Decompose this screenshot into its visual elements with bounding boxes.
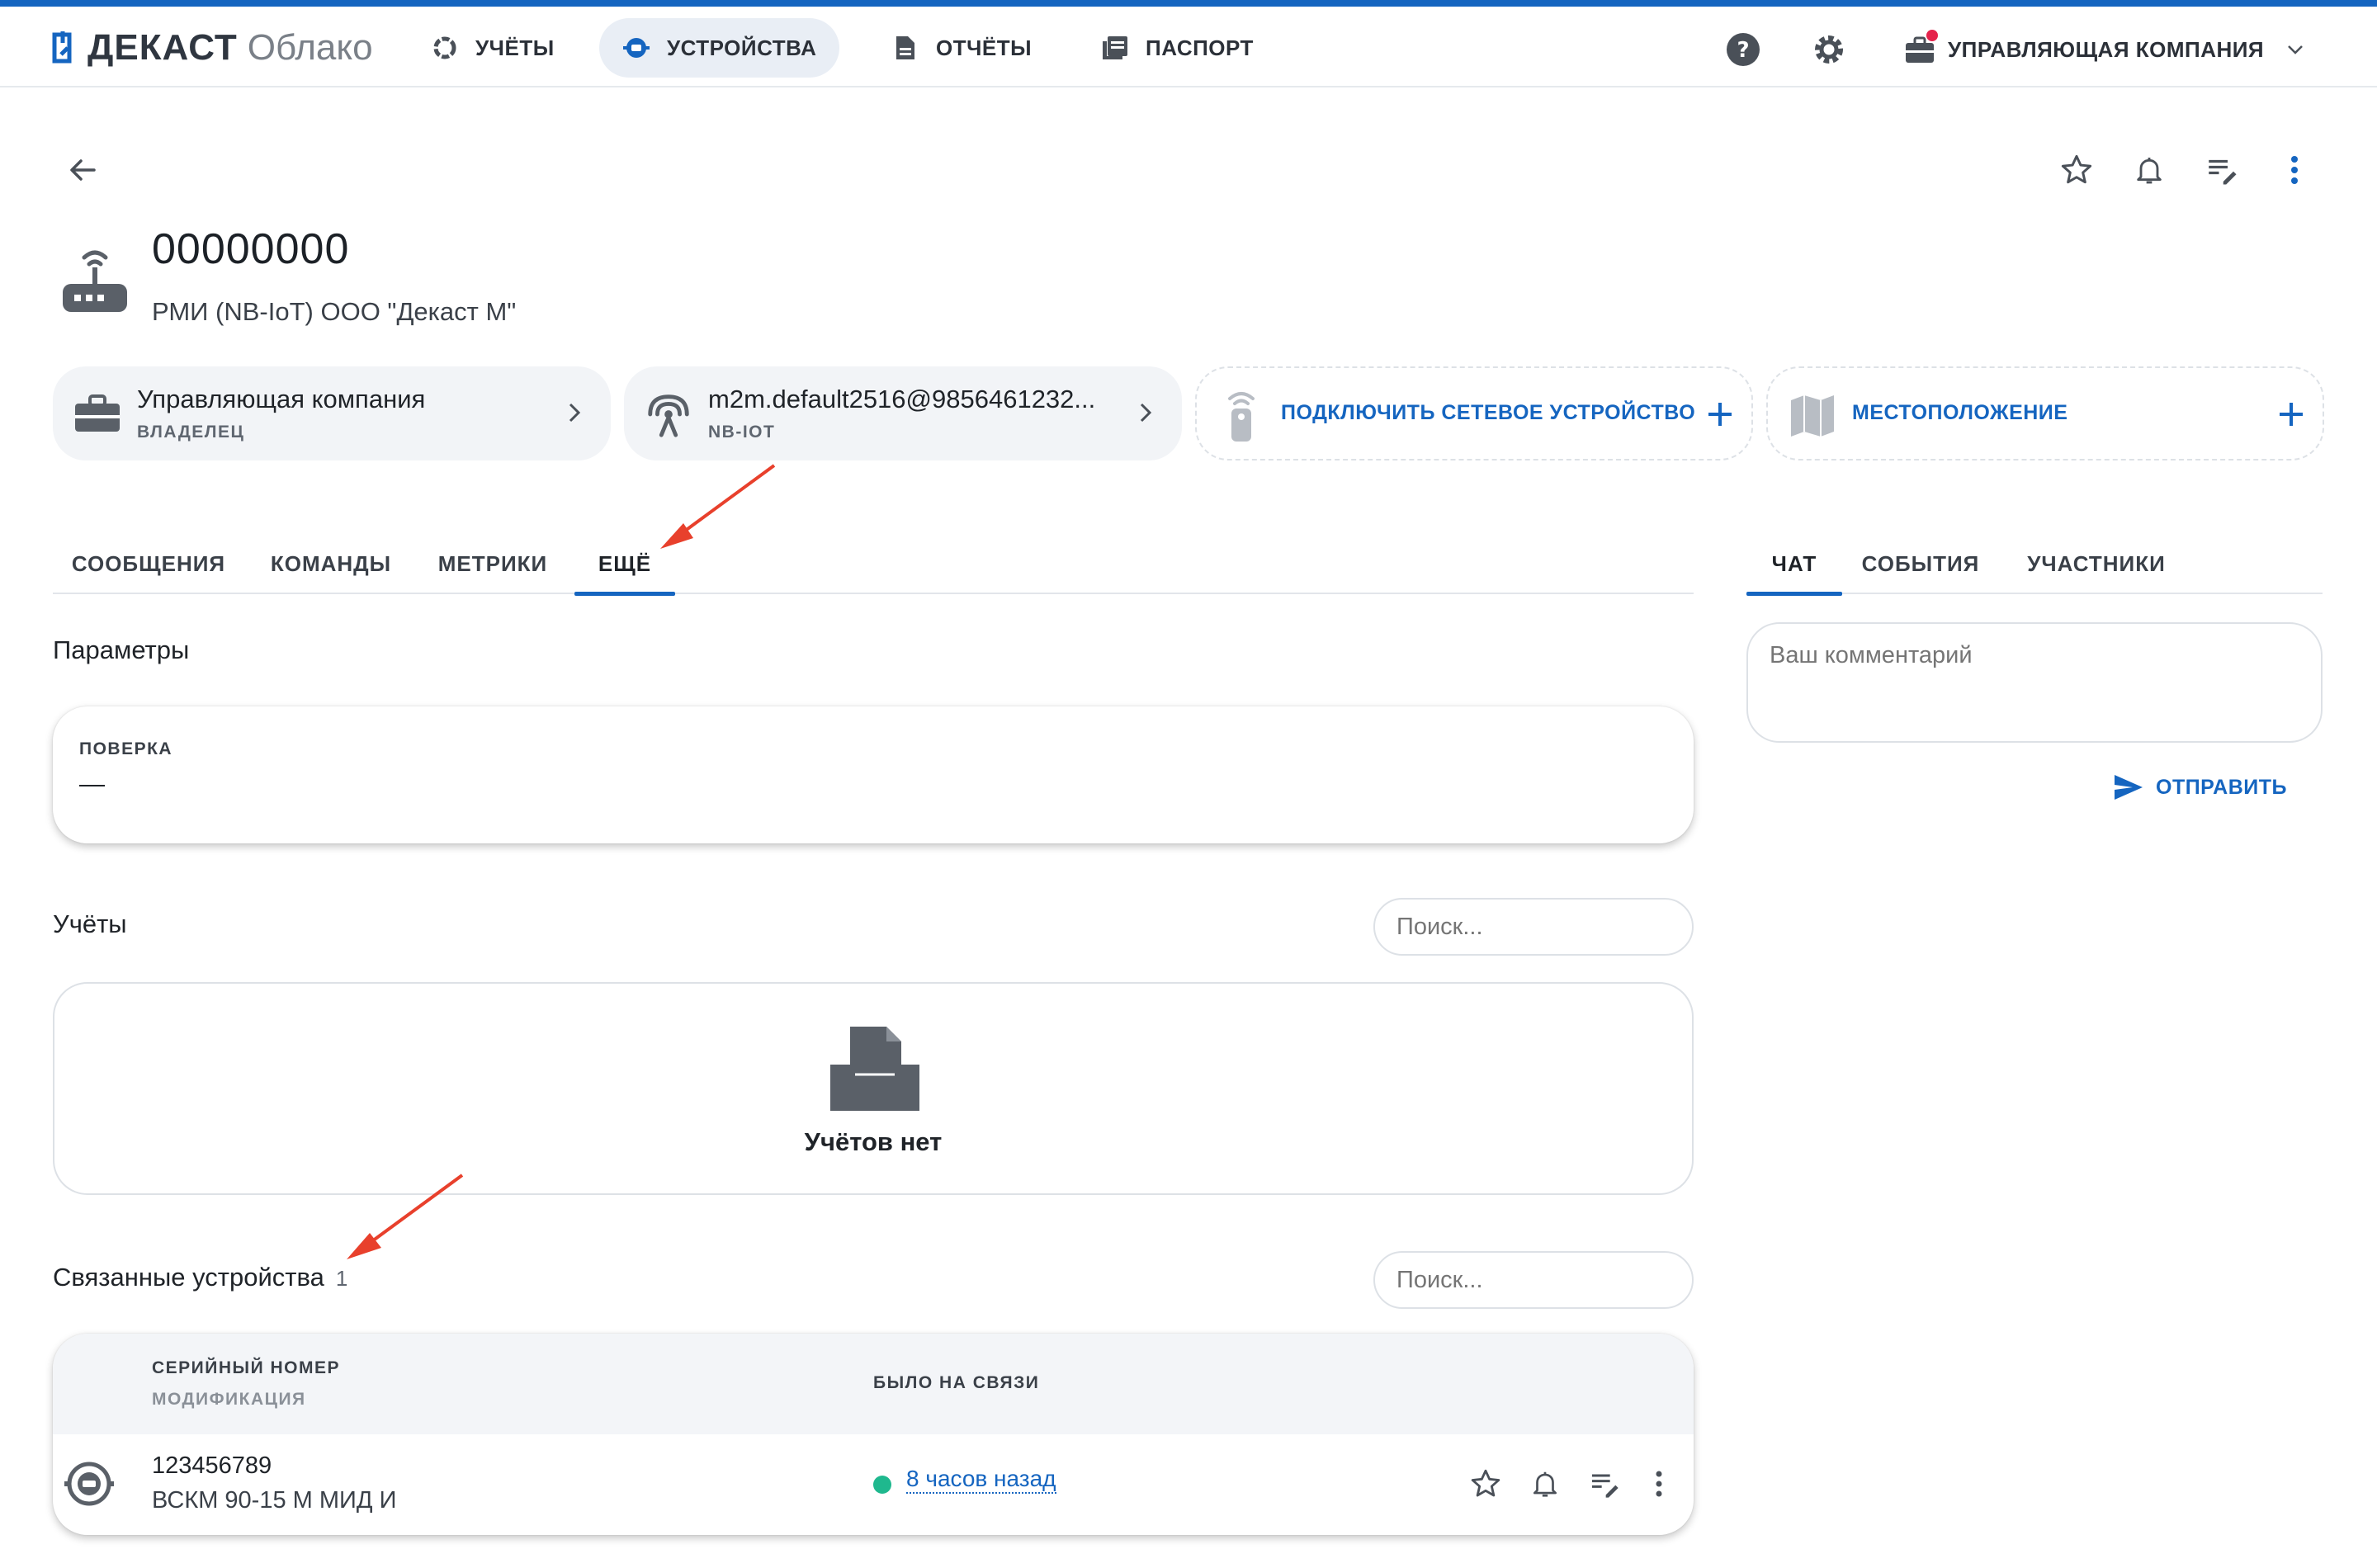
- chevron-down-icon: [2288, 45, 2304, 54]
- add-plus-icon: [1708, 403, 1732, 426]
- notification-dot: [1926, 30, 1938, 41]
- passport-icon: [1101, 34, 1129, 62]
- tab-more[interactable]: ЕЩЁ: [574, 535, 675, 596]
- table-header: СЕРИЙНЫЙ НОМЕР МОДИФИКАЦИЯ БЫЛО НА СВЯЗИ: [53, 1334, 1694, 1434]
- empty-inbox-icon: [830, 1027, 919, 1111]
- nav-reports[interactable]: ОТЧЁТЫ: [868, 18, 1055, 78]
- logo-product: Облако: [247, 27, 373, 68]
- tab-chat[interactable]: ЧАТ: [1746, 535, 1842, 596]
- briefcase-icon: [1903, 30, 1938, 66]
- connect-network-device-label: ПОДКЛЮЧИТЬ СЕТЕВОЕ УСТРОЙСТВО: [1281, 401, 1696, 424]
- send-icon: [2115, 775, 2143, 800]
- notifications-bell-icon[interactable]: [2126, 147, 2172, 193]
- related-devices-table: СЕРИЙНЫЙ НОМЕР МОДИФИКАЦИЯ БЫЛО НА СВЯЗИ…: [53, 1334, 1694, 1535]
- send-button[interactable]: ОТПРАВИТЬ: [2113, 767, 2287, 807]
- tab-events[interactable]: СОБЫТИЯ: [1859, 535, 1982, 593]
- annotation-arrow-more-tab: [660, 464, 776, 549]
- parameters-card: ПОВЕРКА —: [53, 706, 1694, 843]
- tab-metrics[interactable]: МЕТРИКИ: [431, 535, 555, 593]
- row-favorite-star-icon[interactable]: [1466, 1464, 1505, 1504]
- send-button-label: ОТПРАВИТЬ: [2156, 775, 2287, 799]
- tab-messages[interactable]: СООБЩЕНИЯ: [66, 535, 231, 593]
- accounts-title: Учёты: [53, 909, 127, 938]
- device-model-subtitle: РМИ (NB-IoT) ООО "Декаст М": [152, 297, 517, 326]
- report-icon: [891, 34, 919, 62]
- top-accent-line: [0, 0, 2377, 7]
- owner-card-subtitle: ВЛАДЕЛЕЦ: [137, 423, 245, 442]
- chevron-right-icon: [1140, 403, 1152, 423]
- help-icon[interactable]: ?: [1725, 31, 1761, 68]
- left-tabs-divider: [53, 593, 1694, 594]
- tab-participants[interactable]: УЧАСТНИКИ: [2020, 535, 2172, 593]
- comment-input[interactable]: [1746, 622, 2323, 743]
- chevron-right-icon: [569, 403, 581, 423]
- nav-accounting[interactable]: УЧЁТЫ: [408, 18, 578, 78]
- related-devices-count: 1: [335, 1266, 348, 1291]
- related-devices-title-text: Связанные устройства: [53, 1263, 324, 1292]
- column-last-seen[interactable]: БЫЛО НА СВЯЗИ: [873, 1373, 1039, 1393]
- verification-value: —: [79, 769, 105, 798]
- remote-device-icon: [1217, 391, 1266, 442]
- nav-devices-label: УСТРОЙСТВА: [667, 35, 817, 60]
- column-modification[interactable]: МОДИФИКАЦИЯ: [152, 1390, 306, 1410]
- company-menu-label: УПРАВЛЯЮЩАЯ КОМПАНИЯ: [1948, 36, 2265, 62]
- more-vertical-icon[interactable]: [2271, 147, 2318, 193]
- back-arrow-icon[interactable]: [59, 147, 106, 193]
- device-serial-title: 00000000: [152, 225, 350, 273]
- nav-devices[interactable]: УСТРОЙСТВА: [599, 18, 840, 78]
- favorite-star-icon[interactable]: [2053, 147, 2100, 193]
- top-navigation-bar: ДЕКАСТ Облако УЧЁТЫ УСТРОЙСТВА ОТЧЁТЫ ПА…: [0, 7, 2377, 87]
- verification-label: ПОВЕРКА: [79, 739, 173, 758]
- accounts-empty-card: Учётов нет: [53, 982, 1694, 1195]
- edit-notes-icon[interactable]: [2199, 147, 2245, 193]
- owner-card-title: Управляющая компания: [137, 385, 426, 413]
- tab-commands[interactable]: КОМАНДЫ: [261, 535, 401, 593]
- related-devices-search-input[interactable]: [1373, 1251, 1694, 1309]
- row-notifications-bell-icon[interactable]: [1525, 1464, 1565, 1504]
- location-label: МЕСТОПОЛОЖЕНИЕ: [1852, 401, 2068, 424]
- router-icon: [59, 239, 130, 319]
- meter-device-icon: [64, 1459, 114, 1509]
- row-serial-number: 123456789: [152, 1452, 272, 1479]
- add-plus-icon: [2280, 403, 2303, 426]
- briefcase-icon: [73, 390, 122, 439]
- network-card-subtitle: NB-IOT: [708, 423, 776, 442]
- network-card[interactable]: m2m.default2516@9856461232... NB-IOT: [624, 366, 1182, 460]
- network-card-title: m2m.default2516@9856461232...: [708, 385, 1096, 413]
- related-devices-title: Связанные устройства 1: [53, 1263, 347, 1292]
- accounts-empty-text: Учётов нет: [804, 1127, 943, 1156]
- location-card[interactable]: МЕСТОПОЛОЖЕНИЕ: [1766, 366, 2324, 460]
- row-modification: ВСКМ 90-15 М МИД И: [152, 1487, 397, 1514]
- device-icon: [622, 34, 650, 62]
- map-icon: [1788, 391, 1837, 441]
- settings-gear-icon[interactable]: [1811, 31, 1847, 68]
- svg-text:?: ?: [1737, 38, 1749, 63]
- logo-mark-icon: [52, 31, 72, 64]
- row-last-seen-link[interactable]: 8 часов назад: [906, 1466, 1056, 1494]
- nav-passport[interactable]: ПАСПОРТ: [1078, 18, 1277, 78]
- accounting-icon: [431, 34, 459, 62]
- owner-card[interactable]: Управляющая компания ВЛАДЕЛЕЦ: [53, 366, 611, 460]
- connect-network-device-card[interactable]: ПОДКЛЮЧИТЬ СЕТЕВОЕ УСТРОЙСТВО: [1195, 366, 1753, 460]
- nav-reports-label: ОТЧЁТЫ: [936, 35, 1033, 60]
- company-menu[interactable]: УПРАВЛЯЮЩАЯ КОМПАНИЯ: [1903, 25, 2305, 74]
- nav-passport-label: ПАСПОРТ: [1146, 35, 1254, 60]
- row-more-vertical-icon[interactable]: [1639, 1464, 1679, 1504]
- logo-brand: ДЕКАСТ: [87, 27, 238, 68]
- parameters-title: Параметры: [53, 635, 190, 664]
- online-status-dot: [873, 1476, 891, 1494]
- column-serial-number[interactable]: СЕРИЙНЫЙ НОМЕР: [152, 1358, 340, 1378]
- nav-accounting-label: УЧЁТЫ: [475, 35, 555, 60]
- row-edit-notes-icon[interactable]: [1585, 1464, 1624, 1504]
- antenna-icon: [644, 390, 693, 439]
- app-logo[interactable]: ДЕКАСТ Облако: [51, 25, 373, 71]
- accounts-search-input[interactable]: [1373, 898, 1694, 956]
